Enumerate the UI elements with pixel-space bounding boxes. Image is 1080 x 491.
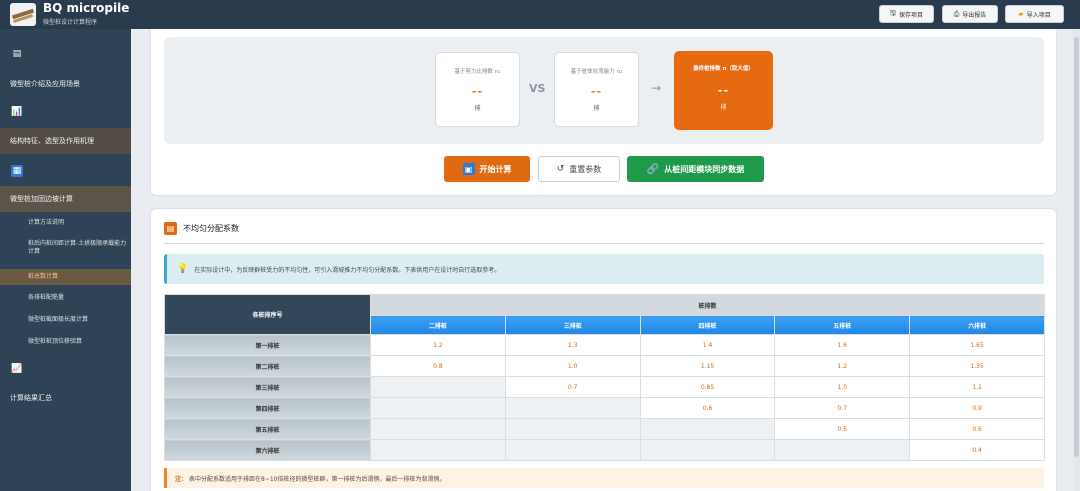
reset-button[interactable]: ↺ 重置参数 xyxy=(538,156,620,182)
table-cell: 0.9 xyxy=(909,397,1045,419)
start-calc-button[interactable]: ▣ 开始计算 xyxy=(444,156,530,182)
sidebar-sub-reinforcement[interactable]: 各排桩配筋量 xyxy=(0,294,131,306)
table-cell xyxy=(370,376,506,398)
table-cell xyxy=(504,418,641,440)
table-cell: 0.4 xyxy=(909,439,1045,461)
folder-icon: ▰ xyxy=(1018,10,1024,18)
table-cell: 1.2 xyxy=(370,334,506,356)
table-cell: 0.7 xyxy=(774,397,911,419)
table-row: 第一排桩 1.2 1.3 1.4 1.6 1.65 xyxy=(164,334,1045,356)
table-cell: 1.0 xyxy=(774,376,911,398)
table-row: 第二排桩 0.8 1.0 1.15 1.2 1.35 xyxy=(164,355,1045,377)
sidebar-item-slope-calc[interactable]: 微型桩加固边坡计算 xyxy=(0,186,131,212)
sidebar-item-structure[interactable]: 结构特征、选型及作用机理 xyxy=(0,128,131,154)
sidebar: ▤ 微型桩介绍及应用场景 📊 结构特征、选型及作用机理 ▦ 微型桩加固边坡计算 … xyxy=(0,29,131,491)
table-cell: 1.35 xyxy=(909,355,1045,377)
table-cell: 0.85 xyxy=(639,376,776,398)
table-cell xyxy=(504,397,641,419)
grid-icon: ▦ xyxy=(11,165,23,177)
table-row: 第三排桩 0.7 0.85 1.0 1.1 xyxy=(164,376,1045,398)
column-header: 二排桩 xyxy=(370,315,506,335)
table-row: 第五排桩 0.5 0.6 xyxy=(164,418,1045,440)
bar-chart-icon: 📈 xyxy=(11,364,23,374)
import-project-button[interactable]: ▰ 导入项目 xyxy=(1005,5,1064,23)
column-header: 六排桩 xyxy=(909,315,1045,335)
scrollbar-thumb[interactable] xyxy=(1074,37,1079,457)
table-cell xyxy=(774,439,911,461)
row-label: 第六排桩 xyxy=(164,439,371,461)
column-header: 四排桩 xyxy=(639,315,776,335)
column-header: 三排桩 xyxy=(504,315,641,335)
table-cell xyxy=(370,418,506,440)
table-cell: 0.6 xyxy=(909,418,1045,440)
note-box: 注： 表中分配系数适用于排距在8~10倍桩径的微型桩群，第一排桩为后滑侧，最后一… xyxy=(164,468,1044,488)
result-final: 最终桩排数 n（取大值） -- 排 xyxy=(674,51,773,130)
row-label: 第三排桩 xyxy=(164,376,371,398)
app-logo xyxy=(10,3,36,26)
calculator-icon: ▣ xyxy=(462,163,475,175)
sidebar-item-intro[interactable]: 微型桩介绍及应用场景 xyxy=(0,79,131,91)
table-cell: 1.4 xyxy=(639,334,776,356)
info-box: 💡 在实际设计中，为反映群桩受力的不均匀性，可引入滑坡推力不均匀分配系数。下表供… xyxy=(164,254,1044,284)
row-label: 第一排桩 xyxy=(164,334,371,356)
row-label: 第二排桩 xyxy=(164,355,371,377)
sidebar-sub-spacing[interactable]: 桩后内桩间距计算-土拱极限承载能力计算 xyxy=(0,240,131,262)
table-cell: 1.0 xyxy=(504,355,641,377)
table-cell: 0.7 xyxy=(504,376,641,398)
coefficient-table: 各桩排序号 桩排数 二排桩 三排桩 四排桩 五排桩 六排桩 第一排桩 1.2 1.3… xyxy=(164,294,1045,461)
lightbulb-icon: 💡 xyxy=(177,264,189,274)
table-row: 第四排桩 0.6 0.7 0.9 xyxy=(164,397,1045,419)
table-cell xyxy=(639,418,776,440)
sync-button[interactable]: 🔗 从桩间距模块同步数据 xyxy=(627,156,764,182)
result-n1: 基于剪力比排数 n₁ -- 排 xyxy=(435,52,520,127)
app-subtitle: 微型桩设计计算程序 xyxy=(43,19,98,26)
scrollbar[interactable] xyxy=(1073,29,1080,491)
link-icon: 🔗 xyxy=(646,163,660,175)
sidebar-sub-method[interactable]: 计算方法说明 xyxy=(0,219,131,231)
app-title: BQ micropile xyxy=(43,1,130,15)
row-header: 各桩排序号 xyxy=(164,294,371,335)
sidebar-sub-pile-count[interactable]: 桩总数计算 xyxy=(0,269,131,285)
table-cell xyxy=(504,439,641,461)
group-header: 桩排数 xyxy=(370,294,1045,316)
table-cell xyxy=(370,439,506,461)
top-bar: BQ micropile 微型桩设计计算程序 🖫 保存项目 ⎙ 导出报告 ▰ 导入项目 xyxy=(0,0,1080,29)
table-cell: 1.1 xyxy=(909,376,1045,398)
row-label: 第四排桩 xyxy=(164,397,371,419)
chart-icon: 📊 xyxy=(11,107,23,117)
table-row: 第六排桩 0.4 xyxy=(164,439,1045,461)
table-cell: 0.5 xyxy=(774,418,911,440)
section-divider xyxy=(164,243,1044,244)
sidebar-item-summary[interactable]: 计算结果汇总 xyxy=(0,393,131,405)
book-icon: ▤ xyxy=(12,49,22,59)
table-cell: 1.15 xyxy=(639,355,776,377)
save-icon: 🖫 xyxy=(890,8,896,17)
row-label: 第五排桩 xyxy=(164,418,371,440)
table-cell xyxy=(370,397,506,419)
sidebar-sub-displacement[interactable]: 微型桩桩顶位移验算 xyxy=(0,338,131,350)
sidebar-sub-length[interactable]: 微型桩截面极长度计算 xyxy=(0,316,131,328)
table-cell: 0.8 xyxy=(370,355,506,377)
table-cell: 0.6 xyxy=(639,397,776,419)
table-icon: ▤ xyxy=(164,222,177,235)
vs-label: VS xyxy=(529,82,546,95)
column-header: 五排桩 xyxy=(774,315,911,335)
table-cell: 1.2 xyxy=(774,355,911,377)
export-icon: ⎙ xyxy=(953,9,960,18)
arrow-icon: → xyxy=(651,81,662,95)
reset-icon: ↺ xyxy=(556,164,565,174)
result-n2: 基于桩体抗弯能力 n₂ -- 排 xyxy=(554,52,639,127)
table-cell: 1.3 xyxy=(504,334,641,356)
table-cell: 1.65 xyxy=(909,334,1045,356)
section-title: ▤ 不均匀分配系数 xyxy=(164,222,239,235)
table-cell xyxy=(639,439,776,461)
export-report-button[interactable]: ⎙ 导出报告 xyxy=(942,5,998,23)
save-project-button[interactable]: 🖫 保存项目 xyxy=(879,5,934,23)
table-cell: 1.6 xyxy=(774,334,911,356)
